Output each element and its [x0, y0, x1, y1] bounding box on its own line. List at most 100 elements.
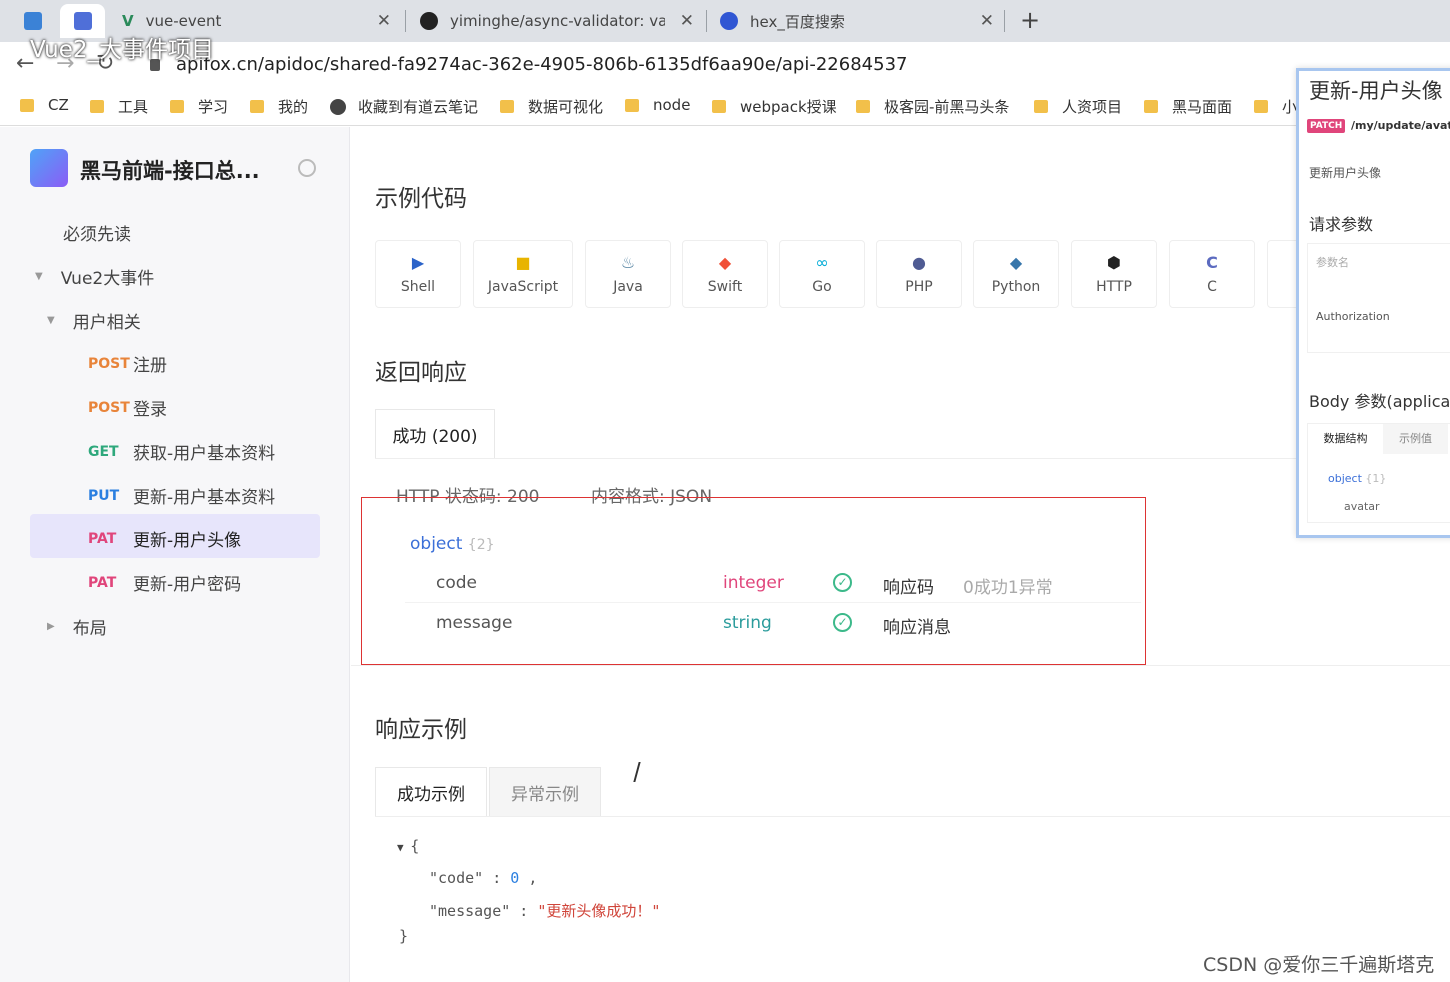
api-get-userinfo[interactable]: GET 获取-用户基本资料: [88, 439, 276, 465]
watermark: CSDN @爱你三千遍斯塔克: [1203, 954, 1435, 976]
bookmark-label: 数据可视化: [528, 98, 604, 116]
param-header: 参数名: [1316, 256, 1349, 269]
api-register[interactable]: POST 注册: [88, 351, 167, 377]
tab-error-example[interactable]: 异常示例: [489, 767, 601, 817]
lang-label: PHP: [905, 279, 933, 295]
bookmark-item[interactable]: 我的: [250, 96, 308, 117]
api-login[interactable]: POST 登录: [88, 395, 167, 421]
tab-separator: [706, 10, 707, 32]
method-badge: PUT: [88, 487, 120, 504]
bookmark-item[interactable]: 学习: [170, 96, 228, 117]
python-icon: ◆: [1009, 253, 1023, 272]
code-line-close: }: [399, 927, 409, 945]
github-icon: [420, 12, 438, 30]
browser-tab-bar: V vue-event ✕ yiminghe/async-validator: …: [0, 0, 1450, 42]
panel-object[interactable]: object {1}: [1328, 472, 1386, 485]
bookmark-label: 黑马面面: [1172, 98, 1233, 116]
lang-shell[interactable]: ▶ Shell: [375, 240, 461, 308]
response-title: 返回响应: [375, 360, 467, 386]
lang-php[interactable]: ● PHP: [876, 240, 962, 308]
java-icon: ♨: [620, 253, 636, 272]
bookmark-item[interactable]: 黑马面面: [1144, 96, 1232, 117]
tab-success-200[interactable]: 成功 (200): [375, 409, 495, 459]
http-icon: ⬢: [1107, 253, 1121, 272]
params-title: 请求参数: [1309, 215, 1374, 234]
lang-swift[interactable]: ◆ Swift: [682, 240, 768, 308]
main-content: 示例代码 ▶ Shell ■ JavaScript ♨ Java ◆ Swift ∞ Go…: [351, 127, 1450, 982]
tab-baidu[interactable]: hex_百度搜索 ✕: [720, 4, 1000, 38]
bookmark-item[interactable]: CZ: [20, 96, 69, 114]
tab-schema[interactable]: 数据结构: [1308, 424, 1383, 454]
bookmark-label: 小: [1282, 98, 1298, 116]
tab-label: vue-event: [145, 12, 222, 30]
body-table: 数据结构 示例值 object {1} avatar: [1307, 423, 1450, 523]
bookmark-item[interactable]: webpack授课: [712, 96, 837, 117]
close-icon[interactable]: ✕: [680, 11, 694, 31]
project-logo: [30, 149, 68, 187]
collapse-caret-icon[interactable]: ▼: [397, 841, 410, 854]
app-icon: [24, 12, 42, 30]
tree-item-must-read[interactable]: 必须先读: [63, 220, 131, 245]
params-table: 参数名 Authorization: [1307, 243, 1450, 353]
bookmark-item[interactable]: 极客园-前黑马头条: [856, 96, 1009, 117]
bookmarks-bar: CZ 工具 学习 我的 收藏到有道云笔记 数据可视化 node webpack授…: [0, 88, 1450, 126]
api-path: /my/update/avatar: [1351, 119, 1450, 132]
response-example-title: 响应示例: [375, 717, 467, 743]
tree-label: 布局: [72, 619, 107, 639]
api-label: 更新-用户头像: [133, 531, 242, 551]
panel-subtitle: 更新用户头像: [1309, 166, 1382, 180]
tree-folder-layout[interactable]: ▶ 布局: [47, 614, 107, 639]
tree-folder-vue2[interactable]: ▼ Vue2大事件: [35, 264, 154, 289]
tab-success-example[interactable]: 成功示例: [375, 767, 487, 817]
api-update-userinfo[interactable]: PUT 更新-用户基本资料: [88, 483, 275, 509]
close-icon[interactable]: ✕: [377, 11, 391, 31]
code-brace: {: [410, 837, 420, 855]
param-name: Authorization: [1316, 310, 1390, 323]
lang-label: C: [1207, 279, 1217, 295]
bookmark-item[interactable]: 工具: [90, 96, 148, 117]
lang-javascript[interactable]: ■ JavaScript: [473, 240, 573, 308]
body-title: Body 参数(application: [1309, 392, 1450, 411]
caret-down-icon[interactable]: ▼: [47, 315, 55, 326]
caret-right-icon[interactable]: ▶: [47, 621, 55, 632]
field-desc: 响应消息: [883, 618, 951, 638]
new-tab-icon[interactable]: +: [1020, 6, 1040, 34]
close-icon[interactable]: ✕: [980, 11, 994, 31]
lang-python[interactable]: ◆ Python: [973, 240, 1059, 308]
caret-down-icon[interactable]: ▼: [35, 271, 43, 282]
api-label: 获取-用户基本资料: [133, 444, 276, 464]
tab-label: hex_百度搜索: [750, 12, 845, 31]
bookmark-item[interactable]: 数据可视化: [500, 96, 603, 117]
bookmark-label: 收藏到有道云笔记: [358, 98, 479, 116]
lang-http[interactable]: ⬢ HTTP: [1071, 240, 1157, 308]
tab-example-value[interactable]: 示例值: [1383, 424, 1448, 454]
tab-github[interactable]: yiminghe/async-validator: vali ✕: [420, 4, 700, 38]
schema-field-row: message string ✓ 响应消息: [405, 605, 1141, 643]
lang-label: JavaScript: [487, 279, 559, 295]
required-check-icon: ✓: [833, 573, 852, 592]
folder-icon: [856, 100, 870, 113]
api-update-password[interactable]: PAT 更新-用户密码: [88, 570, 241, 596]
field-name: code: [436, 573, 477, 593]
folder-icon: [20, 98, 34, 112]
api-update-avatar[interactable]: PAT 更新-用户头像: [88, 526, 242, 552]
bookmark-item[interactable]: node: [625, 96, 690, 114]
divider: [351, 665, 1450, 666]
tab-separator: [405, 10, 406, 32]
apifox-icon: [73, 12, 92, 30]
schema-object[interactable]: object {2}: [410, 534, 495, 554]
api-tree-sidebar: 黑马前端-接口总... 必须先读 ▼ Vue2大事件 ▼ 用户相关 POST 注册 P…: [0, 127, 350, 982]
bookmark-item[interactable]: 收藏到有道云笔记: [330, 96, 478, 117]
bookmark-label: 极客园-前黑马头条: [884, 98, 1010, 116]
tree-folder-user[interactable]: ▼ 用户相关: [47, 308, 141, 333]
lang-go[interactable]: ∞ Go: [779, 240, 865, 308]
project-title[interactable]: 黑马前端-接口总...: [80, 155, 260, 185]
lang-c[interactable]: CC: [1169, 240, 1255, 308]
lang-java[interactable]: ♨ Java: [585, 240, 671, 308]
search-icon[interactable]: [298, 159, 316, 177]
bookmark-item[interactable]: 小: [1254, 96, 1297, 117]
bookmark-item[interactable]: 人资项目: [1034, 96, 1122, 117]
divider: [375, 458, 1450, 459]
field-note: 0成功1异常: [963, 578, 1053, 598]
url-field[interactable]: apifox.cn/apidoc/shared-fa9274ac-362e-49…: [150, 54, 907, 75]
